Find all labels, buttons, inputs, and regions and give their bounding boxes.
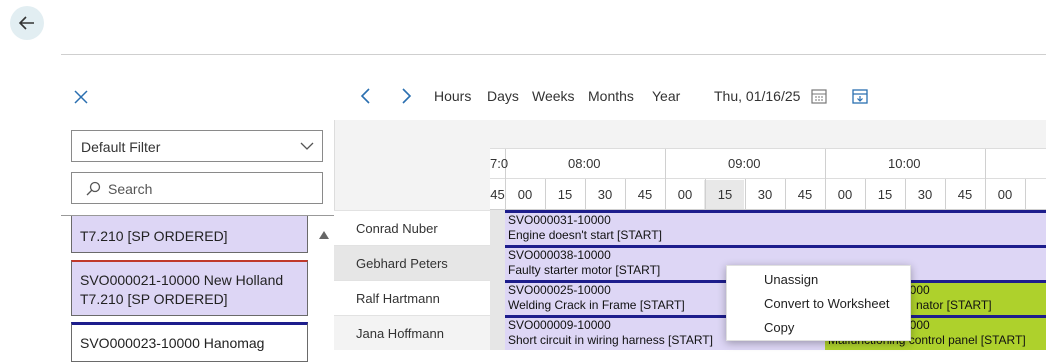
hour-label: 08:00 — [568, 156, 601, 171]
menu-item-convert-to-worksheet[interactable]: Convert to Worksheet — [764, 296, 889, 311]
search-placeholder: Search — [108, 181, 153, 197]
resource-row[interactable]: Gebhard Peters — [334, 245, 490, 280]
search-icon — [86, 181, 101, 196]
resource-row[interactable]: Jana Hoffmann — [334, 315, 490, 350]
card-line: SVO000021-10000 New Holland — [80, 272, 284, 288]
grid-gutter — [490, 210, 505, 350]
minute-label: 30 — [757, 187, 773, 202]
minute-label: 45 — [490, 187, 505, 202]
context-menu: Unassign Convert to Worksheet Copy — [726, 265, 911, 341]
menu-item-copy[interactable]: Copy — [764, 320, 794, 335]
timeline-header — [490, 120, 1046, 149]
order-card[interactable]: SVO000021-10000 New Holland T7.210 [SP O… — [71, 260, 308, 316]
bar-id: SVO000031-10000 — [508, 213, 611, 227]
minute-label: 15 — [877, 187, 893, 202]
calendar-today-icon[interactable] — [851, 87, 869, 105]
divider — [61, 54, 1046, 55]
minute-label: 15 — [717, 187, 733, 202]
card-line: T7.210 [SP ORDERED] — [80, 228, 228, 244]
minute-label: 30 — [917, 187, 933, 202]
minute-label: 45 — [797, 187, 813, 202]
search-input[interactable]: Search — [71, 172, 323, 204]
close-icon[interactable] — [72, 88, 90, 106]
minute-label: 00 — [517, 187, 533, 202]
view-year[interactable]: Year — [652, 88, 680, 104]
bar-id: SVO000038-10000 — [508, 248, 611, 262]
chevron-right-icon[interactable] — [396, 86, 416, 106]
minute-label: 45 — [957, 187, 973, 202]
scroll-up-icon[interactable] — [319, 231, 329, 239]
filter-value: Default Filter — [81, 139, 161, 155]
hour-label: 10:00 — [888, 156, 921, 171]
hour-label: 7:0 — [490, 156, 509, 171]
card-line: T7.210 [SP ORDERED] — [80, 291, 228, 307]
minute-label: 00 — [997, 187, 1013, 202]
chevron-left-icon[interactable] — [356, 86, 376, 106]
card-line: SVO000023-10000 Hanomag — [80, 335, 265, 351]
minute-label: 00 — [837, 187, 853, 202]
minute-label: 00 — [677, 187, 693, 202]
view-weeks[interactable]: Weeks — [532, 88, 575, 104]
minute-label: 15 — [557, 187, 573, 202]
assignment-bar[interactable]: SVO000031-10000 Engine doesn't start [ST… — [505, 210, 1046, 245]
view-months[interactable]: Months — [588, 88, 634, 104]
current-date: Thu, 01/16/25 — [714, 88, 801, 104]
view-days[interactable]: Days — [487, 88, 519, 104]
filter-select[interactable]: Default Filter — [71, 130, 323, 162]
bar-desc: Engine doesn't start [START] — [508, 228, 662, 242]
arrow-left-icon — [18, 16, 34, 30]
minute-label: 45 — [637, 187, 653, 202]
calendar-icon[interactable] — [810, 87, 828, 105]
resource-row[interactable]: Conrad Nuber — [334, 210, 490, 245]
menu-item-unassign[interactable]: Unassign — [764, 272, 818, 287]
chevron-down-icon — [300, 142, 314, 150]
view-hours[interactable]: Hours — [434, 88, 471, 104]
order-card[interactable]: SVO000023-10000 Hanomag — [71, 322, 308, 362]
minute-label: 30 — [597, 187, 613, 202]
back-button[interactable] — [10, 6, 44, 40]
order-card[interactable]: T7.210 [SP ORDERED] — [71, 216, 308, 253]
resource-row[interactable]: Ralf Hartmann — [334, 280, 490, 315]
hour-label: 09:00 — [728, 156, 761, 171]
